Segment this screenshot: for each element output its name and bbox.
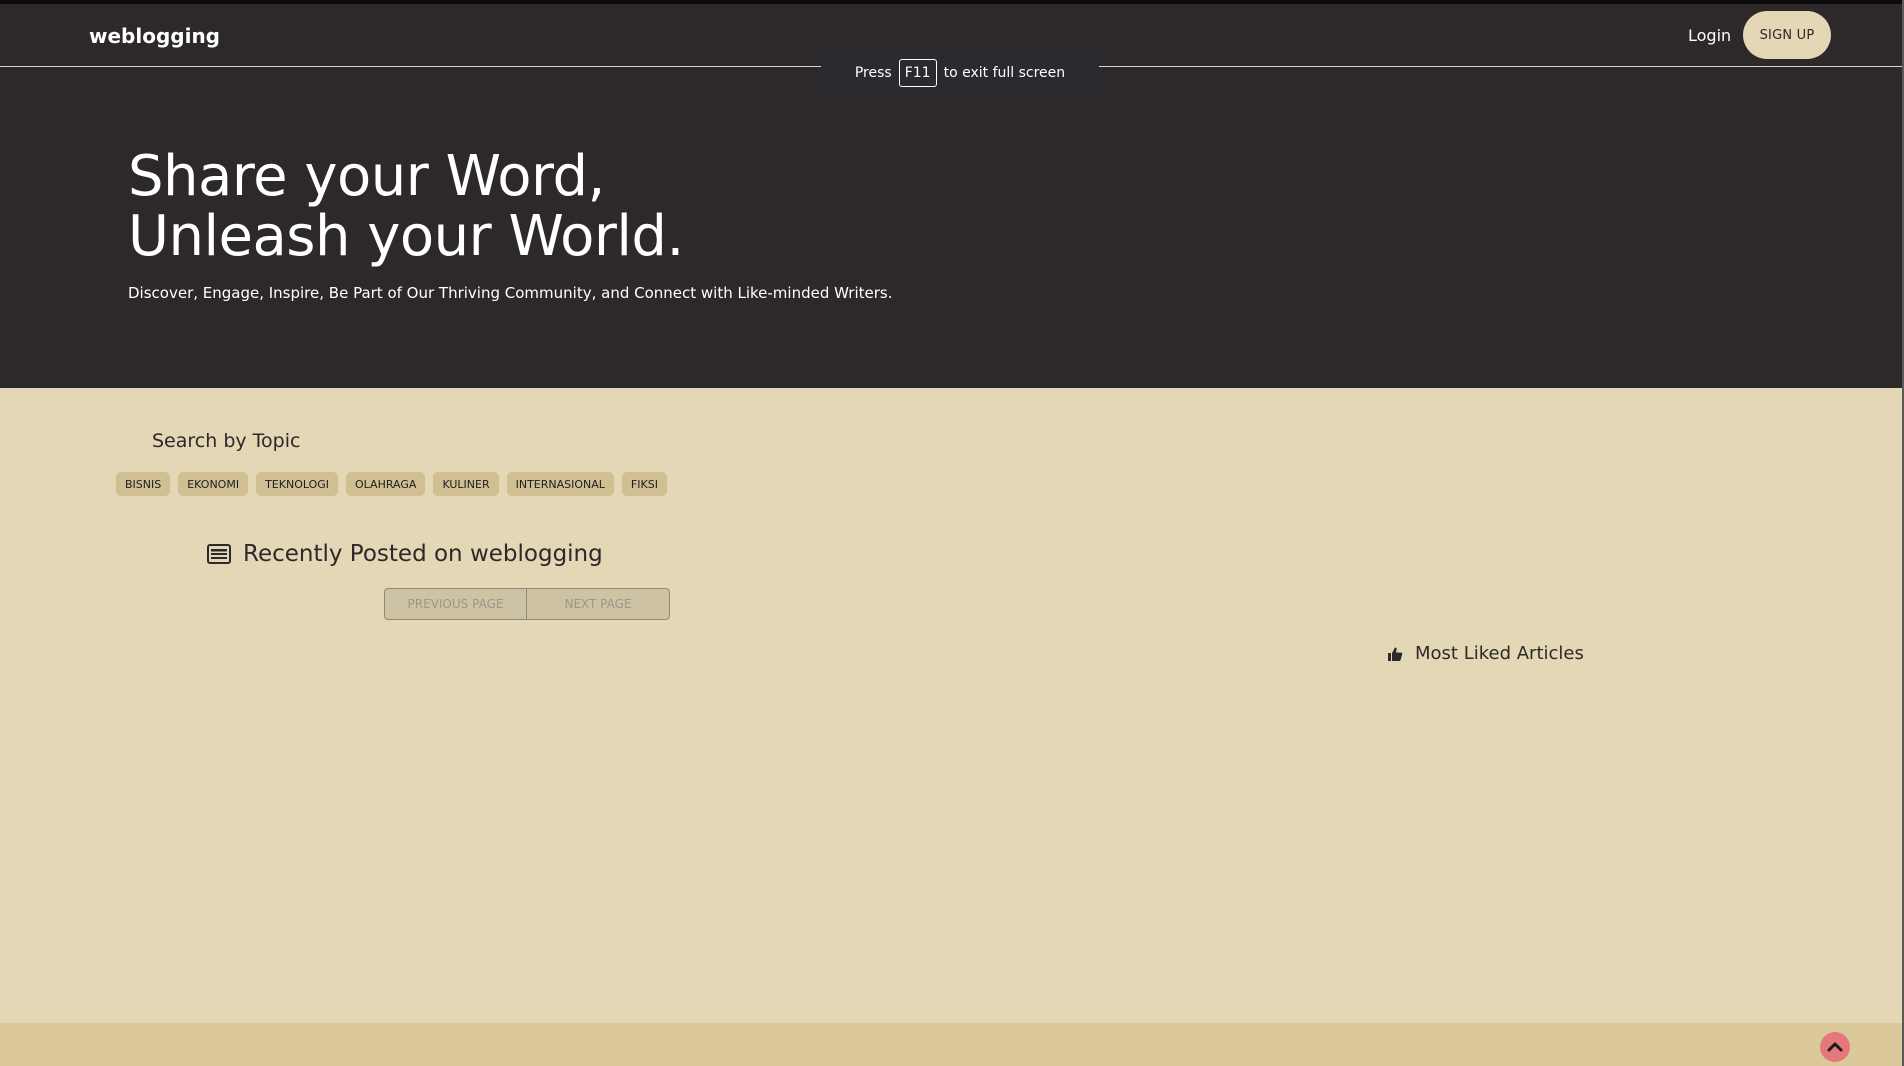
recently-posted-header: Recently Posted on weblogging (207, 541, 603, 567)
thumbs-up-icon (1387, 646, 1403, 662)
most-liked-title: Most Liked Articles (1415, 643, 1584, 664)
hero-title-line-2: Unleash your World. (128, 204, 684, 269)
previous-page-button[interactable]: PREVIOUS PAGE (384, 588, 527, 620)
hero-title-line-1: Share your Word, (128, 144, 605, 209)
f11-key-badge: F11 (898, 59, 937, 87)
search-by-topic-heading: Search by Topic (152, 430, 301, 452)
newspaper-icon (207, 544, 231, 564)
next-page-button[interactable]: NEXT PAGE (527, 588, 670, 620)
chevron-up-icon (1826, 1038, 1844, 1056)
most-liked-header: Most Liked Articles (1387, 643, 1584, 664)
topic-chip-bisnis[interactable]: BISNIS (116, 472, 171, 496)
signup-button[interactable]: SIGN UP (1743, 11, 1831, 59)
login-link[interactable]: Login (1688, 26, 1731, 45)
footer (0, 1023, 1904, 1066)
hero-section: Share your Word, Unleash your World. Dis… (0, 67, 1904, 388)
topic-chip-teknologi[interactable]: TEKNOLOGI (256, 472, 339, 496)
hero-subtitle: Discover, Engage, Inspire, Be Part of Ou… (128, 284, 893, 302)
fullscreen-notice-prefix: Press (854, 65, 892, 81)
fullscreen-notice: Press F11 to exit full screen (821, 48, 1099, 98)
topic-chip-ekonomi[interactable]: EKONOMI (178, 472, 249, 496)
brand-logo-link[interactable]: weblogging (89, 24, 220, 48)
hero-title: Share your Word, Unleash your World. (128, 147, 684, 267)
recently-posted-title: Recently Posted on weblogging (243, 541, 603, 567)
topic-chip-fiksi[interactable]: FIKSI (621, 472, 667, 496)
pagination: PREVIOUS PAGE NEXT PAGE (384, 588, 670, 620)
topic-chip-olahraga[interactable]: OLAHRAGA (346, 472, 426, 496)
topic-list: BISNIS EKONOMI TEKNOLOGI OLAHRAGA KULINE… (116, 472, 667, 496)
fullscreen-notice-suffix: to exit full screen (943, 65, 1066, 81)
topic-chip-kuliner[interactable]: KULINER (433, 472, 499, 496)
scroll-to-top-button[interactable] (1820, 1032, 1850, 1062)
topic-chip-internasional[interactable]: INTERNASIONAL (506, 472, 614, 496)
